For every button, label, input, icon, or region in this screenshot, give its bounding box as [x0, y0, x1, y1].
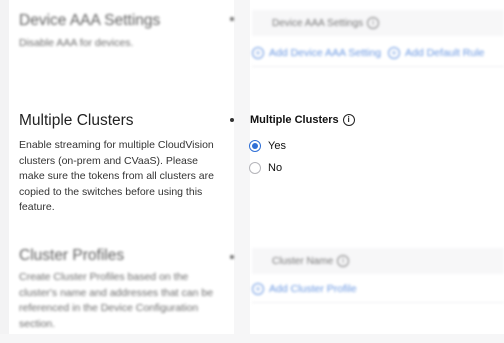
plus-circle-icon: +: [252, 283, 264, 295]
multiple-clusters-title: Multiple Clusters: [19, 112, 134, 129]
add-default-rule-label: Add Default Rule: [405, 47, 485, 59]
radio-label-yes: Yes: [268, 140, 286, 152]
info-icon[interactable]: i: [337, 255, 350, 267]
cluster-profiles-description: Create Cluster Profiles based on the clu…: [19, 271, 214, 330]
plus-circle-icon: +: [388, 47, 400, 59]
cluster-name-table-header: Cluster Name i: [252, 248, 504, 274]
radio-label-no: No: [268, 162, 283, 174]
column-divider: [234, 0, 250, 343]
radio-button-no[interactable]: [249, 162, 261, 174]
divider: [252, 66, 504, 67]
cluster-name-header-label: Cluster Name: [272, 255, 334, 267]
plus-circle-icon: +: [252, 47, 264, 59]
add-cluster-profile-label: Add Cluster Profile: [269, 283, 357, 295]
radio-button-yes[interactable]: [249, 140, 261, 152]
add-device-aaa-setting-label: Add Device AAA Setting: [269, 47, 382, 59]
add-cluster-profile-button[interactable]: + Add Cluster Profile: [252, 283, 357, 295]
info-icon[interactable]: i: [367, 17, 380, 29]
multiple-clusters-field-label: Multiple Clusters i: [250, 114, 355, 126]
cluster-profiles-title: Cluster Profiles: [19, 247, 125, 264]
device-aaa-header-label: Device AAA Settings: [272, 17, 364, 29]
device-aaa-title: Device AAA Settings: [19, 12, 161, 29]
device-aaa-table-header: Device AAA Settings i: [252, 10, 504, 36]
radio-option-no[interactable]: No: [249, 162, 282, 174]
device-aaa-description: Disable AAA for devices.: [19, 37, 134, 49]
section-bullet: [230, 255, 234, 259]
info-icon[interactable]: i: [342, 114, 355, 126]
left-gutter: [0, 0, 9, 343]
radio-option-yes[interactable]: Yes: [249, 140, 286, 152]
multiple-clusters-description: Enable streaming for multiple CloudVisio…: [19, 139, 214, 213]
bottom-gutter: [0, 334, 504, 343]
section-bullet: [230, 17, 234, 21]
add-default-rule-button[interactable]: + Add Default Rule: [388, 47, 484, 59]
section-bullet: [230, 118, 234, 122]
divider: [252, 302, 504, 303]
multiple-clusters-label-text: Multiple Clusters: [250, 114, 339, 126]
add-device-aaa-setting-button[interactable]: + Add Device AAA Setting: [252, 47, 381, 59]
